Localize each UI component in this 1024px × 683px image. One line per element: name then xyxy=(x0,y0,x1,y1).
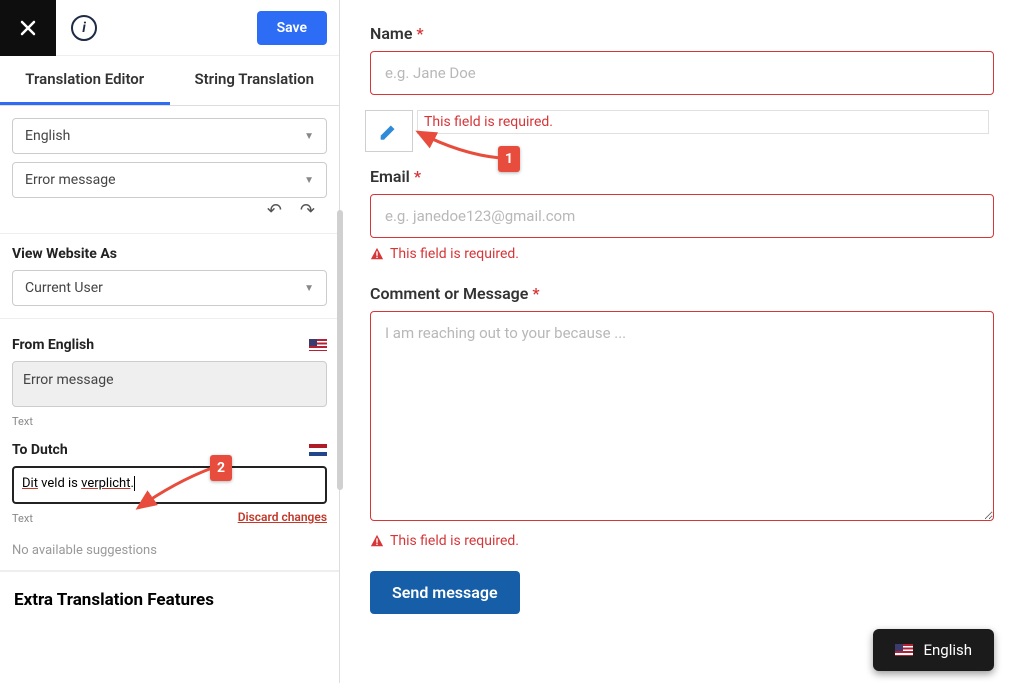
extra-features-heading: Extra Translation Features xyxy=(0,571,339,628)
language-switcher[interactable]: English xyxy=(873,629,994,671)
chevron-down-icon: ▼ xyxy=(304,175,314,186)
warning-icon xyxy=(370,247,384,261)
from-text: Error message xyxy=(12,361,327,407)
tab-translation-editor[interactable]: Translation Editor xyxy=(0,56,170,105)
from-label: From English xyxy=(12,337,94,353)
info-icon: i xyxy=(71,15,97,41)
name-input[interactable] xyxy=(370,51,994,95)
email-label: Email xyxy=(370,167,410,186)
language-switcher-label: English xyxy=(923,641,972,659)
discard-changes-link[interactable]: Discard changes xyxy=(238,510,327,524)
language-select[interactable]: English ▼ xyxy=(12,118,327,154)
send-message-button[interactable]: Send message xyxy=(370,571,520,614)
tab-string-translation[interactable]: String Translation xyxy=(170,56,340,105)
comment-input[interactable] xyxy=(370,311,994,521)
annotation-badge-2: 2 xyxy=(210,455,232,481)
main-preview: Name* Email* This field is required. Com… xyxy=(340,0,1024,683)
undo-button[interactable]: ↶ xyxy=(267,200,282,221)
top-bar: i Save xyxy=(0,0,339,56)
pencil-icon xyxy=(378,120,400,142)
email-input[interactable] xyxy=(370,194,994,238)
close-icon xyxy=(18,18,38,38)
comment-label: Comment or Message xyxy=(370,284,528,303)
inline-error-strip[interactable]: This field is required. xyxy=(417,110,989,134)
edit-translation-button[interactable] xyxy=(365,110,413,152)
flag-us-icon xyxy=(309,339,327,351)
from-caption: Text xyxy=(12,415,327,428)
close-button[interactable] xyxy=(0,0,56,56)
name-label: Name xyxy=(370,24,412,43)
sidebar: i Save Translation Editor String Transla… xyxy=(0,0,340,683)
view-as-select[interactable]: Current User ▼ xyxy=(12,270,327,306)
warning-icon xyxy=(370,534,384,548)
info-button[interactable]: i xyxy=(56,0,112,56)
suggestions-text: No available suggestions xyxy=(12,543,327,558)
type-select[interactable]: Error message ▼ xyxy=(12,162,327,198)
to-caption: Text xyxy=(12,512,33,525)
save-button[interactable]: Save xyxy=(257,11,327,45)
tabs: Translation Editor String Translation xyxy=(0,56,339,106)
redo-button[interactable]: ↷ xyxy=(300,200,315,221)
type-select-value: Error message xyxy=(25,172,116,188)
to-label: To Dutch xyxy=(12,442,68,458)
chevron-down-icon: ▼ xyxy=(304,131,314,142)
flag-us-icon xyxy=(895,644,913,656)
chevron-down-icon: ▼ xyxy=(304,283,314,294)
view-as-value: Current User xyxy=(25,280,103,296)
language-select-value: English xyxy=(25,128,70,144)
annotation-badge-1: 1 xyxy=(498,146,520,172)
comment-error: This field is required. xyxy=(390,533,519,549)
email-error: This field is required. xyxy=(390,246,519,262)
view-as-label: View Website As xyxy=(12,246,327,262)
flag-nl-icon xyxy=(309,444,327,456)
to-text-input[interactable]: Dit veld is verplicht. xyxy=(12,466,327,504)
